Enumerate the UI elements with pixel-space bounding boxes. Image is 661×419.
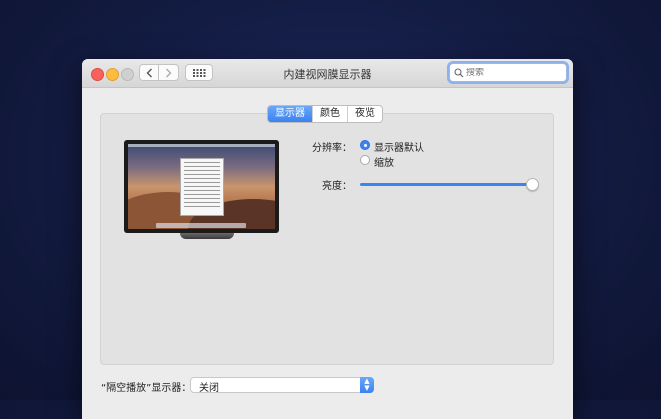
brightness-label: 亮度： xyxy=(322,181,352,192)
search-icon xyxy=(454,67,464,77)
tab-night-shift[interactable]: 夜览 xyxy=(347,106,382,122)
chevron-left-icon xyxy=(146,68,152,77)
chevron-right-icon xyxy=(166,68,172,77)
resolution-label: 分辨率： xyxy=(312,143,352,154)
airplay-display-value: 关闭 xyxy=(199,383,219,394)
close-button[interactable] xyxy=(91,68,104,81)
window-title: 内建视网膜显示器 xyxy=(283,68,372,81)
tab-color[interactable]: 颜色 xyxy=(312,106,347,122)
airplay-display-label: “隔空播放”显示器： xyxy=(101,383,192,394)
preview-menubar xyxy=(128,144,275,147)
forward-button[interactable] xyxy=(159,64,179,81)
brightness-slider-thumb[interactable] xyxy=(526,178,539,191)
display-preview-image xyxy=(124,140,279,233)
minimize-button[interactable] xyxy=(106,68,119,81)
resolution-scaled-radio[interactable] xyxy=(360,155,370,165)
search-field[interactable] xyxy=(449,63,567,82)
resolution-default-radio[interactable] xyxy=(360,140,370,150)
system-preferences-window: 内建视网膜显示器 显示器 颜色 夜览 分辨率： 显示器 xyxy=(82,59,573,419)
zoom-button[interactable] xyxy=(121,68,134,81)
resolution-scaled-label[interactable]: 缩放 xyxy=(374,154,394,169)
title-bar: 内建视网膜显示器 xyxy=(82,59,573,88)
updown-arrows-icon: ▲ ▼ xyxy=(360,377,374,393)
preview-document-window xyxy=(180,158,224,216)
brightness-slider-track[interactable] xyxy=(360,183,532,186)
monitor-stand xyxy=(180,233,234,239)
tab-display[interactable]: 显示器 xyxy=(268,106,312,122)
show-all-button[interactable] xyxy=(185,64,213,81)
airplay-display-select[interactable]: 关闭 ▲ ▼ xyxy=(190,377,374,394)
preview-dock xyxy=(156,223,246,228)
resolution-default-label[interactable]: 显示器默认 xyxy=(374,139,424,154)
desktop-wallpaper xyxy=(128,144,275,229)
search-input[interactable] xyxy=(464,67,558,78)
back-button[interactable] xyxy=(139,64,159,81)
grid-icon xyxy=(192,68,205,77)
tab-bar: 显示器 颜色 夜览 xyxy=(267,105,383,123)
